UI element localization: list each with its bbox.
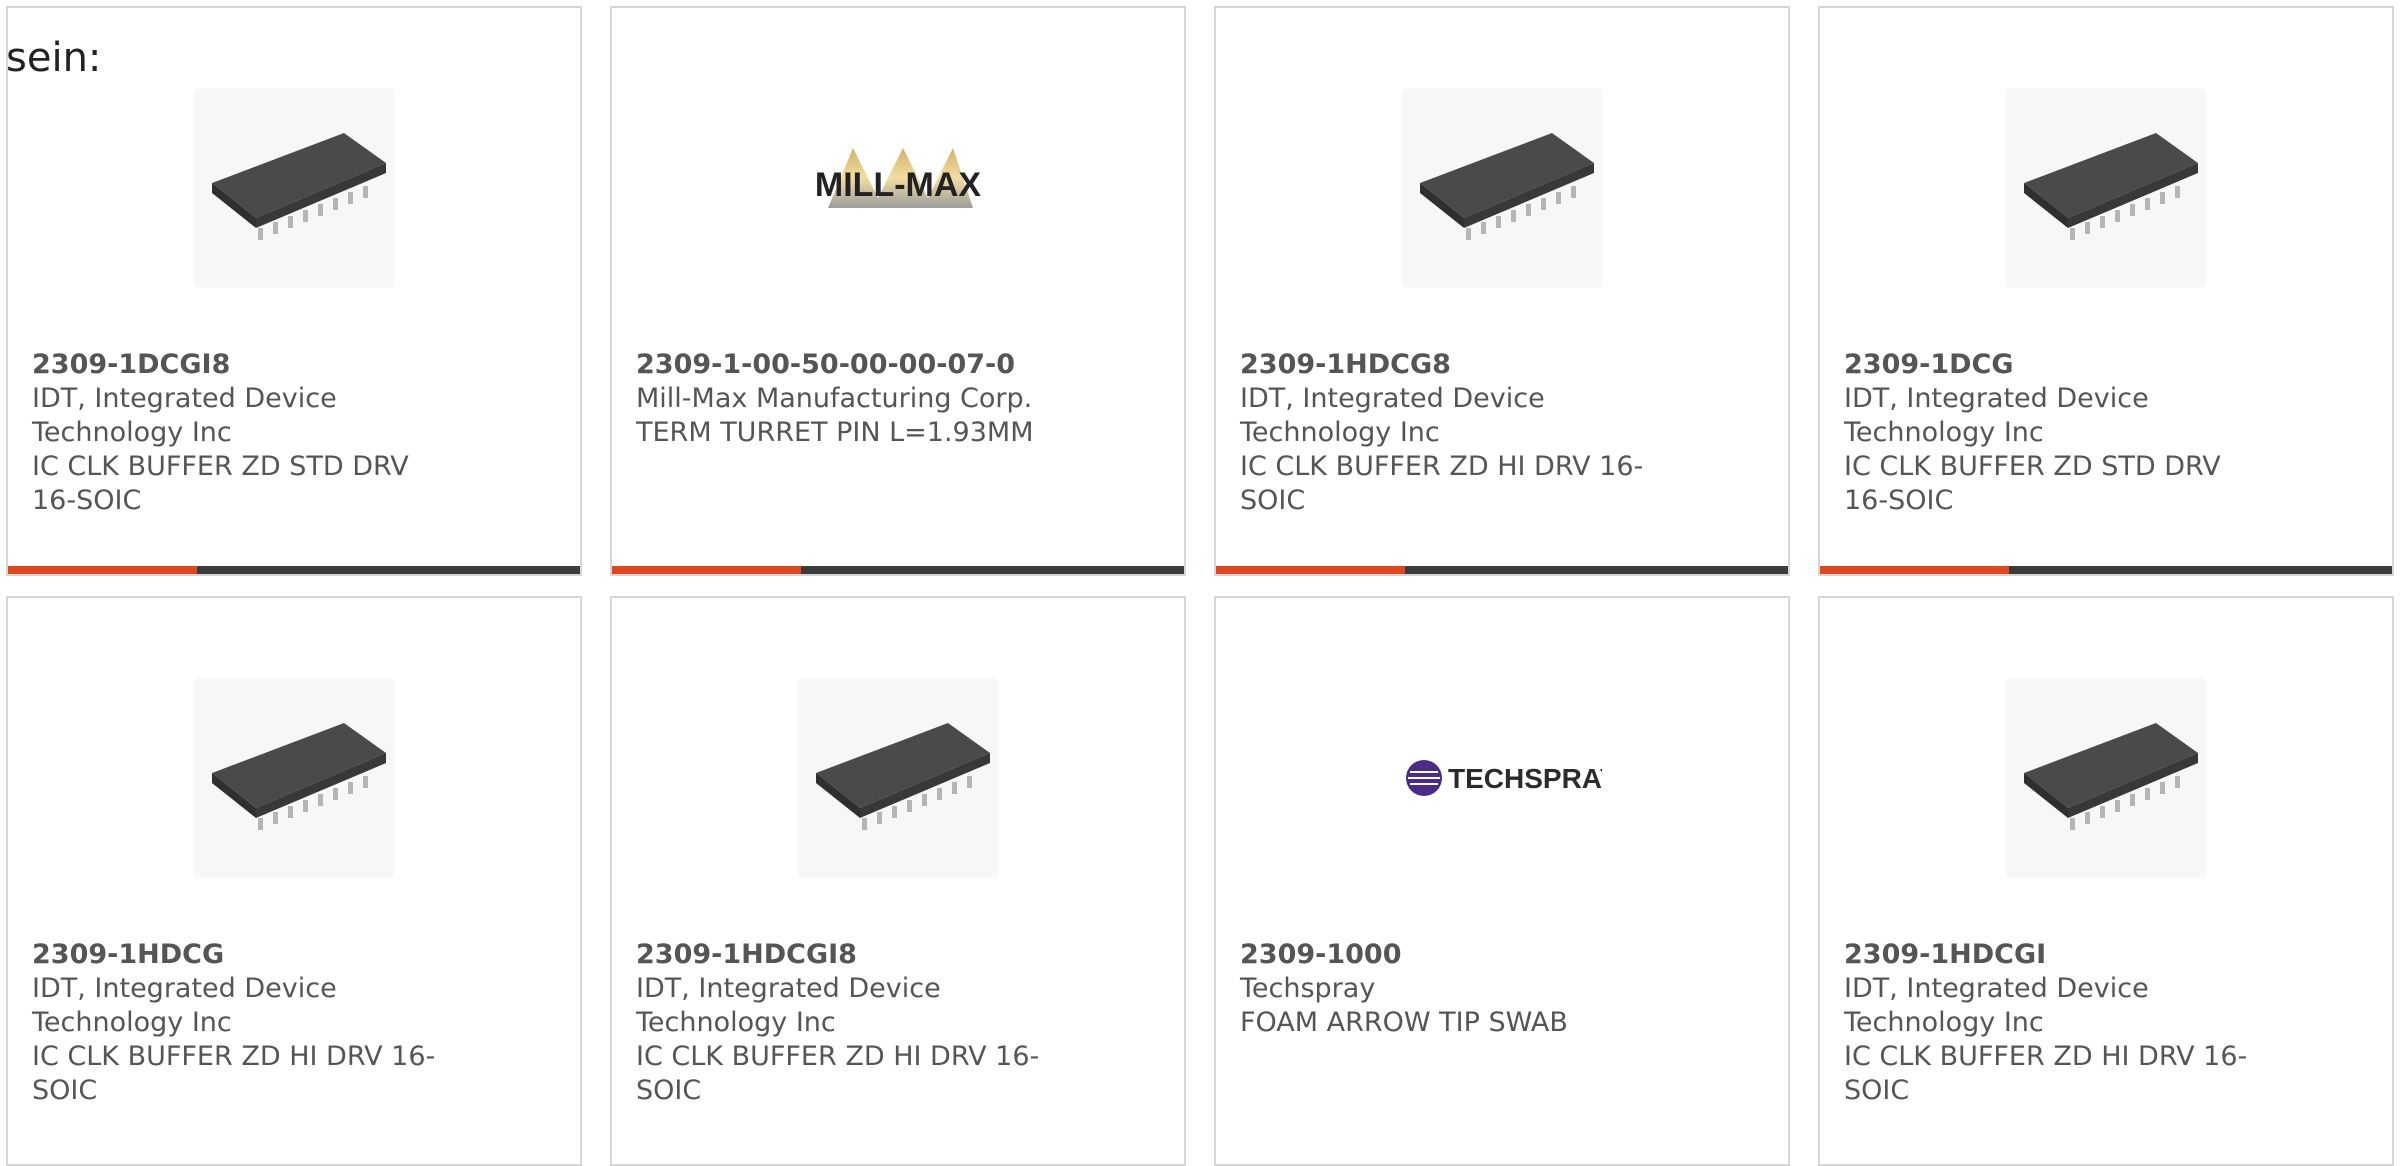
card-bar-accent bbox=[612, 566, 801, 574]
description: IC CLK BUFFER ZD HI DRV 16-SOIC bbox=[32, 1041, 436, 1106]
card-bar bbox=[8, 566, 580, 574]
description: TERM TURRET PIN L=1.93MM bbox=[636, 417, 1034, 448]
product-info: 2309-1000 Techspray FOAM ARROW TIP SWAB bbox=[1240, 938, 1660, 1040]
manufacturer: Techspray bbox=[1240, 973, 1376, 1004]
soic-16-chip-icon[interactable] bbox=[194, 678, 394, 878]
description: IC CLK BUFFER ZD STD DRV 16-SOIC bbox=[1844, 451, 2221, 516]
mill-max-logo-text: MILL-MAX bbox=[815, 166, 982, 204]
mill-max-logo[interactable]: MILL-MAX bbox=[798, 88, 998, 288]
card-bar-accent bbox=[1216, 566, 1405, 574]
part-number[interactable]: 2309-1-00-50-00-00-07-0 bbox=[636, 348, 1056, 382]
soic-16-chip-icon[interactable] bbox=[798, 678, 998, 878]
manufacturer: IDT, Integrated Device Technology Inc bbox=[1240, 383, 1545, 448]
product-grid: 2309-1DCGI8 IDT, Integrated Device Techn… bbox=[6, 6, 2400, 1166]
manufacturer: IDT, Integrated Device Technology Inc bbox=[1844, 383, 2149, 448]
product-info: 2309-1HDCG IDT, Integrated Device Techno… bbox=[32, 938, 452, 1108]
product-card[interactable]: 2309-1HDCG8 IDT, Integrated Device Techn… bbox=[1214, 6, 1790, 576]
product-info: 2309-1DCGI8 IDT, Integrated Device Techn… bbox=[32, 348, 452, 518]
soic-16-chip-icon[interactable] bbox=[2006, 678, 2206, 878]
manufacturer: IDT, Integrated Device Technology Inc bbox=[32, 383, 337, 448]
card-bar bbox=[1820, 566, 2392, 574]
techspray-logo-text: TECHSPRAY bbox=[1448, 763, 1602, 794]
intro-text: sein: bbox=[6, 35, 102, 81]
soic-16-chip-icon[interactable] bbox=[2006, 88, 2206, 288]
techspray-logo[interactable]: TECHSPRAY bbox=[1402, 678, 1602, 878]
part-number[interactable]: 2309-1HDCG bbox=[32, 938, 452, 972]
part-number[interactable]: 2309-1HDCG8 bbox=[1240, 348, 1660, 382]
manufacturer: Mill-Max Manufacturing Corp. bbox=[636, 383, 1033, 414]
product-card[interactable]: 2309-1HDCGI8 IDT, Integrated Device Tech… bbox=[610, 596, 1186, 1166]
part-number[interactable]: 2309-1HDCGI bbox=[1844, 938, 2264, 972]
product-card[interactable]: 2309-1DCGI8 IDT, Integrated Device Techn… bbox=[6, 6, 582, 576]
product-info: 2309-1HDCG8 IDT, Integrated Device Techn… bbox=[1240, 348, 1660, 518]
manufacturer: IDT, Integrated Device Technology Inc bbox=[32, 973, 337, 1038]
description: IC CLK BUFFER ZD HI DRV 16-SOIC bbox=[1240, 451, 1644, 516]
product-info: 2309-1-00-50-00-00-07-0 Mill-Max Manufac… bbox=[636, 348, 1056, 450]
product-card[interactable]: TECHSPRAY 2309-1000 Techspray FOAM ARROW… bbox=[1214, 596, 1790, 1166]
card-bar bbox=[612, 566, 1184, 574]
description: FOAM ARROW TIP SWAB bbox=[1240, 1007, 1568, 1038]
description: IC CLK BUFFER ZD STD DRV 16-SOIC bbox=[32, 451, 409, 516]
part-number[interactable]: 2309-1000 bbox=[1240, 938, 1660, 972]
soic-16-chip-icon[interactable] bbox=[194, 88, 394, 288]
card-bar bbox=[1216, 566, 1788, 574]
description: IC CLK BUFFER ZD HI DRV 16-SOIC bbox=[1844, 1041, 2248, 1106]
product-card[interactable]: MILL-MAX 2309-1-00-50-00-00-07-0 Mill-Ma… bbox=[610, 6, 1186, 576]
part-number[interactable]: 2309-1DCGI8 bbox=[32, 348, 452, 382]
card-bar-accent bbox=[8, 566, 197, 574]
product-card[interactable]: 2309-1HDCG IDT, Integrated Device Techno… bbox=[6, 596, 582, 1166]
part-number[interactable]: 2309-1DCG bbox=[1844, 348, 2264, 382]
product-info: 2309-1DCG IDT, Integrated Device Technol… bbox=[1844, 348, 2264, 518]
product-card[interactable]: 2309-1DCG IDT, Integrated Device Technol… bbox=[1818, 6, 2394, 576]
part-number[interactable]: 2309-1HDCGI8 bbox=[636, 938, 1056, 972]
soic-16-chip-icon[interactable] bbox=[1402, 88, 1602, 288]
product-info: 2309-1HDCGI IDT, Integrated Device Techn… bbox=[1844, 938, 2264, 1108]
product-card[interactable]: 2309-1HDCGI IDT, Integrated Device Techn… bbox=[1818, 596, 2394, 1166]
product-info: 2309-1HDCGI8 IDT, Integrated Device Tech… bbox=[636, 938, 1056, 1108]
manufacturer: IDT, Integrated Device Technology Inc bbox=[1844, 973, 2149, 1038]
card-bar-accent bbox=[1820, 566, 2009, 574]
manufacturer: IDT, Integrated Device Technology Inc bbox=[636, 973, 941, 1038]
description: IC CLK BUFFER ZD HI DRV 16-SOIC bbox=[636, 1041, 1040, 1106]
